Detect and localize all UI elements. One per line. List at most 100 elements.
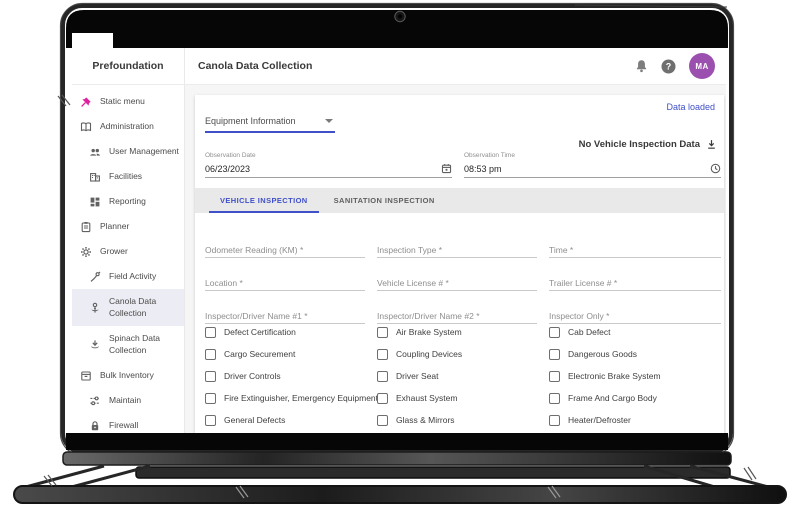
checkbox[interactable]	[205, 370, 216, 382]
sidebar-item-label: Administration	[100, 120, 154, 131]
field-placeholder: Inspector/Driver Name #1 *	[205, 311, 308, 321]
field-placeholder: Vehicle License # *	[377, 278, 449, 288]
field-trailer-license[interactable]: Trailer License # *	[549, 272, 721, 291]
clipboard-icon	[81, 221, 91, 232]
checkbox[interactable]	[377, 370, 388, 382]
field-time[interactable]: Time *	[549, 239, 721, 258]
help-icon[interactable]: ?	[661, 59, 676, 74]
checkbox[interactable]	[205, 414, 216, 426]
sidebar-item-firewall[interactable]: Firewall	[72, 413, 184, 433]
checkbox-label: Air Brake System	[396, 327, 462, 337]
app-top-left-notch	[72, 33, 113, 48]
stand-leg-left-outer	[21, 464, 105, 490]
checkbox-row: Air Brake System	[377, 321, 549, 343]
checkbox[interactable]	[549, 414, 560, 426]
observation-time-field[interactable]: Observation Time 08:53 pm	[464, 152, 721, 178]
sidebar-item-label: Facilities	[109, 170, 143, 181]
monitor-chin	[62, 451, 732, 466]
checkbox[interactable]	[377, 326, 388, 338]
checkbox[interactable]	[205, 392, 216, 404]
activity-icon	[90, 271, 101, 282]
checkbox-label: Cab Defect	[568, 327, 611, 337]
checkbox-row: Cab Defect	[549, 321, 721, 343]
no-data-text: No Vehicle Inspection Data	[578, 139, 700, 150]
sidebar-item-administration[interactable]: Administration	[72, 114, 184, 139]
checkbox-row: Glass & Mirrors	[377, 409, 549, 431]
field-location[interactable]: Location *	[205, 272, 365, 291]
sidebar-item-reporting[interactable]: Reporting	[72, 189, 184, 214]
bell-icon[interactable]	[635, 59, 648, 73]
avatar[interactable]: MA	[689, 53, 715, 79]
sidebar-item-grower[interactable]: Grower	[72, 239, 184, 264]
sidebar-item-label: Grower	[100, 245, 128, 256]
checkbox[interactable]	[205, 326, 216, 338]
sidebar-item-user-management[interactable]: User Management	[72, 139, 184, 164]
sidebar-item-static-menu[interactable]: Static menu	[72, 89, 184, 114]
checkbox[interactable]	[377, 348, 388, 360]
observation-row: Observation Date 06/23/2023 Observation …	[205, 152, 721, 178]
section-select[interactable]: Equipment Information	[205, 110, 335, 133]
status-badge: Data loaded	[666, 102, 715, 112]
checkbox[interactable]	[549, 348, 560, 360]
checkbox-row: Driver Controls	[205, 365, 377, 387]
checkbox-label: Electronic Brake System	[568, 371, 661, 381]
building-icon	[90, 172, 100, 182]
sidebar-item-planner[interactable]: Planner	[72, 214, 184, 239]
checkbox[interactable]	[549, 326, 560, 338]
checkbox-label: Coupling Devices	[396, 349, 463, 359]
checkbox-label: General Defects	[224, 415, 286, 425]
field-odometer-reading[interactable]: Odometer Reading (KM) *	[205, 239, 365, 258]
sprout-icon	[91, 339, 99, 348]
svg-text:?: ?	[666, 61, 672, 71]
sidebar: Static menu Administration User Manageme…	[72, 85, 185, 433]
checkbox-row: Driver Seat	[377, 365, 549, 387]
checkbox[interactable]	[549, 392, 560, 404]
observation-time-label: Observation Time	[464, 152, 515, 159]
gear-icon	[81, 246, 91, 257]
clock-icon[interactable]	[710, 163, 721, 174]
checkbox-label: Driver Seat	[396, 371, 439, 381]
checkbox-label: Frame And Cargo Body	[568, 393, 657, 403]
checkbox-label: Defect Certification	[224, 327, 296, 337]
people-icon	[90, 148, 100, 156]
monitor-bottom-bezel	[66, 433, 728, 450]
download-icon[interactable]	[706, 139, 717, 150]
chevron-down-icon	[325, 118, 333, 123]
checkbox[interactable]	[205, 348, 216, 360]
calendar-icon[interactable]	[441, 163, 452, 174]
sidebar-item-maintain[interactable]: Maintain	[72, 388, 184, 413]
app-bar: Prefoundation Canola Data Collection ? M…	[72, 48, 726, 85]
checkbox-row: Electronic Brake System	[549, 365, 721, 387]
inventory-icon	[81, 370, 91, 381]
checkbox[interactable]	[377, 392, 388, 404]
checkbox[interactable]	[377, 414, 388, 426]
sidebar-item-label: Static menu	[100, 95, 145, 106]
checkbox-row: Defect Certification	[205, 321, 377, 343]
tab-vehicle-inspection[interactable]: VEHICLE INSPECTION	[207, 188, 321, 213]
checkbox-label: Driver Controls	[224, 371, 281, 381]
checkbox-row: Cargo Securement	[205, 343, 377, 365]
checkbox-row: General Defects	[205, 409, 377, 431]
sidebar-item-label: Planner	[100, 220, 130, 231]
observation-date-field[interactable]: Observation Date 06/23/2023	[205, 152, 452, 178]
field-vehicle-license[interactable]: Vehicle License # *	[377, 272, 537, 291]
content-card: Data loaded Equipment Information No Veh…	[195, 95, 724, 433]
field-placeholder: Location *	[205, 278, 243, 288]
sidebar-item-bulk-inventory[interactable]: Bulk Inventory	[72, 363, 184, 388]
field-placeholder: Inspector/Driver Name #2 *	[377, 311, 480, 321]
checkbox[interactable]	[549, 370, 560, 382]
sidebar-item-label: Firewall	[109, 419, 139, 430]
tab-sanitation-inspection[interactable]: SANITATION INSPECTION	[321, 188, 448, 213]
sidebar-item-facilities[interactable]: Facilities	[72, 164, 184, 189]
sidebar-item-spinach-data-collection[interactable]: Spinach Data Collection	[72, 326, 184, 363]
sidebar-item-canola-data-collection[interactable]: Canola Data Collection	[72, 289, 184, 326]
checkbox-label: Heater/Defroster	[568, 415, 631, 425]
field-inspection-type[interactable]: Inspection Type *	[377, 239, 537, 258]
sidebar-item-label: Maintain	[109, 394, 142, 405]
dashboard-icon	[90, 197, 100, 206]
checkbox-row: Fire Extinguisher, Emergency Equipment	[205, 387, 378, 409]
field-placeholder: Inspection Type *	[377, 245, 443, 255]
sidebar-item-field-activity[interactable]: Field Activity	[72, 264, 184, 289]
tab-bar: VEHICLE INSPECTION SANITATION INSPECTION	[195, 188, 724, 213]
book-icon	[80, 121, 92, 131]
